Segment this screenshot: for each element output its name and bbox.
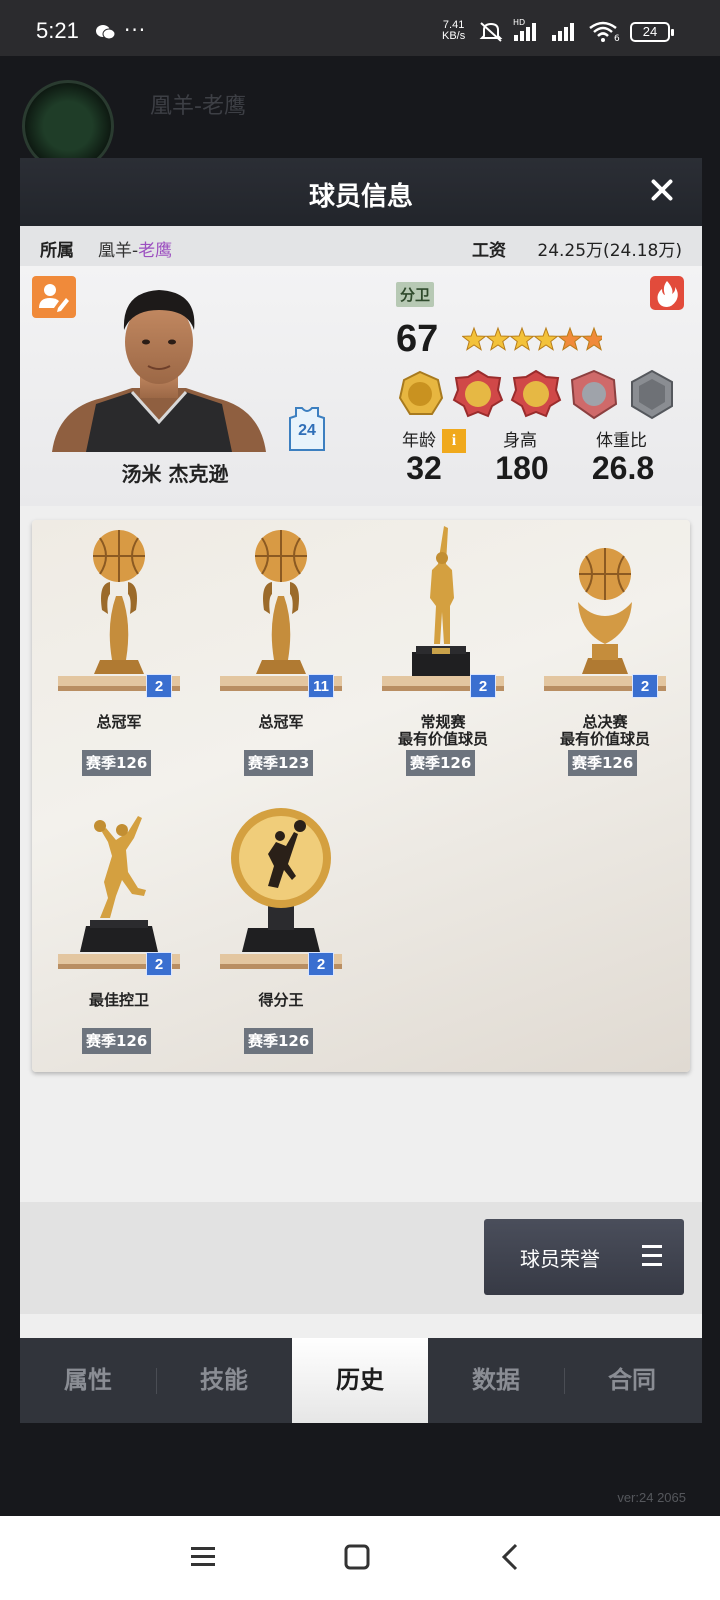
star-icon (509, 326, 535, 351)
jersey-number: 24 (298, 422, 316, 439)
trophy-name-line1: 最佳控卫 (88, 991, 149, 1009)
trophy-season: 赛季126 (406, 750, 476, 776)
badge-4-icon (570, 370, 618, 420)
star-icon (533, 326, 559, 351)
tab-attributes[interactable]: 属性 (20, 1338, 156, 1423)
trophy-item[interactable]: 11 总冠军 赛季123 (202, 524, 360, 784)
trophy-item[interactable]: 2 最佳控卫 赛季126 (40, 802, 198, 1062)
signal-icon (514, 23, 536, 41)
trophy-season: 赛季123 (244, 750, 314, 776)
home-icon[interactable] (342, 1542, 372, 1572)
background-title: 凰羊-老鹰 (150, 94, 246, 119)
back-icon[interactable] (496, 1542, 526, 1572)
player-profile: 24 汤米 杰克逊 分卫 67 年龄 i 身高 体重比 32 180 26.8 (20, 266, 702, 506)
trophy-name-line1: 总决赛 (582, 713, 628, 731)
player-info-modal: 球员信息 所属 凰羊-老鹰 工资 24.25万(24.18万) 24 汤米 杰克… (20, 158, 702, 1423)
trophy-name: 得分王 (202, 992, 360, 1009)
trophy-panel: 2 总冠军 赛季126 11 总冠军 赛季123 2 常规赛 最有价值球员 赛季… (32, 520, 690, 1072)
trophy-name: 总决赛 最有价值球员 (526, 714, 684, 748)
trophy-name-line1: 总冠军 (96, 713, 142, 731)
trophy-count: 11 (308, 674, 334, 698)
network-speed-unit: KB/s (442, 30, 466, 42)
star-icon (557, 326, 583, 351)
mute-bell-icon (479, 22, 503, 42)
trophy-season: 赛季126 (82, 1028, 152, 1054)
battery-icon: 24 (630, 22, 674, 42)
trophy-name: 总冠军 (40, 714, 198, 731)
age-value: 32 (406, 450, 442, 486)
tab-history[interactable]: 历史 (292, 1338, 428, 1423)
skill-badges (398, 370, 673, 420)
trophy-item[interactable]: 2 总冠军 赛季126 (40, 524, 198, 784)
tab-stats[interactable]: 数据 (428, 1338, 564, 1423)
trophy-name-line1: 得分王 (258, 991, 304, 1009)
network-speed: 7.41 KB/s (442, 20, 465, 42)
trophy-item[interactable]: 2 得分王 赛季126 (202, 802, 360, 1062)
tab-skills[interactable]: 技能 (156, 1338, 292, 1423)
trophy-name: 总冠军 (202, 714, 360, 731)
trophy-name-line1: 常规赛 (420, 713, 466, 731)
weight-ratio-label: 体重比 (596, 431, 647, 451)
system-nav-bar (0, 1516, 720, 1600)
weight-ratio-value: 26.8 (591, 450, 655, 486)
modal-header: 球员信息 (20, 158, 702, 226)
badge-5-icon (631, 370, 673, 420)
trophy-name-line2: 最有价值球员 (397, 730, 488, 748)
tab-bar: 属性 技能 历史 数据 合同 (20, 1338, 702, 1423)
height-value: 180 (495, 450, 549, 486)
position-badge: 分卫 (396, 282, 435, 307)
team-label: 所属 (40, 241, 74, 261)
badge-2-icon (452, 370, 504, 418)
trophy-count: 2 (308, 952, 334, 976)
height-label: 身高 (503, 431, 537, 451)
status-bar: 5:21 ··· 7.41 KB/s HD 6 24 (0, 0, 720, 56)
fire-icon (657, 281, 678, 307)
menu-icon (642, 1245, 662, 1267)
player-portrait (52, 290, 266, 452)
tab-contract[interactable]: 合同 (564, 1338, 700, 1423)
close-icon[interactable] (644, 172, 680, 208)
salary-value: 24.25万(24.18万) (537, 241, 682, 261)
star-icon (581, 326, 602, 351)
version-label: ver:24 2065 (617, 1490, 686, 1505)
player-name: 汤米 杰克逊 (121, 462, 229, 486)
trophy-name-line2: 最有价值球员 (559, 730, 650, 748)
modal-title: 球员信息 (308, 182, 413, 212)
hot-streak-button[interactable] (650, 276, 684, 310)
status-time: 5:21 (36, 18, 79, 43)
menu-icon[interactable] (188, 1542, 218, 1572)
team-name: 凰羊-老鹰 (98, 236, 172, 261)
badge-1-icon (398, 370, 444, 415)
team-salary-row: 所属 凰羊-老鹰 工资 24.25万(24.18万) (20, 226, 702, 266)
player-honors-button[interactable]: 球员荣誉 (484, 1219, 684, 1295)
trophy-season: 赛季126 (82, 750, 152, 776)
wifi-label: 6 (614, 34, 620, 44)
star-icon (485, 326, 511, 351)
star-rating (462, 326, 602, 351)
age-label: 年龄 i (402, 426, 466, 453)
overall-rating: 67 (396, 318, 439, 360)
trophy-count: 2 (146, 674, 172, 698)
trophy-season: 赛季126 (568, 750, 638, 776)
trophy-name: 最佳控卫 (40, 992, 198, 1009)
trophy-name: 常规赛 最有价值球员 (364, 714, 522, 748)
team-name-highlight: 老鹰 (138, 241, 173, 261)
salary-label: 工资 (472, 241, 506, 261)
badge-3-icon (510, 370, 562, 418)
trophy-item[interactable]: 2 常规赛 最有价值球员 赛季126 (364, 524, 522, 784)
signal-icon-2 (552, 23, 574, 41)
star-icon (462, 326, 487, 351)
wechat-icon (96, 25, 116, 40)
trophy-count: 2 (470, 674, 496, 698)
age-label-text: 年龄 (402, 431, 436, 451)
team-prefix: 凰羊- (98, 241, 139, 261)
trophy-season: 赛季126 (244, 1028, 314, 1054)
trophy-count: 2 (146, 952, 172, 976)
trophy-count: 2 (632, 674, 658, 698)
player-honors-label: 球员荣誉 (520, 1247, 600, 1271)
trophy-item[interactable]: 2 总决赛 最有价值球员 赛季126 (526, 524, 684, 784)
trophy-name-line1: 总冠军 (258, 713, 304, 731)
more-notifications-icon: ··· (124, 18, 147, 42)
